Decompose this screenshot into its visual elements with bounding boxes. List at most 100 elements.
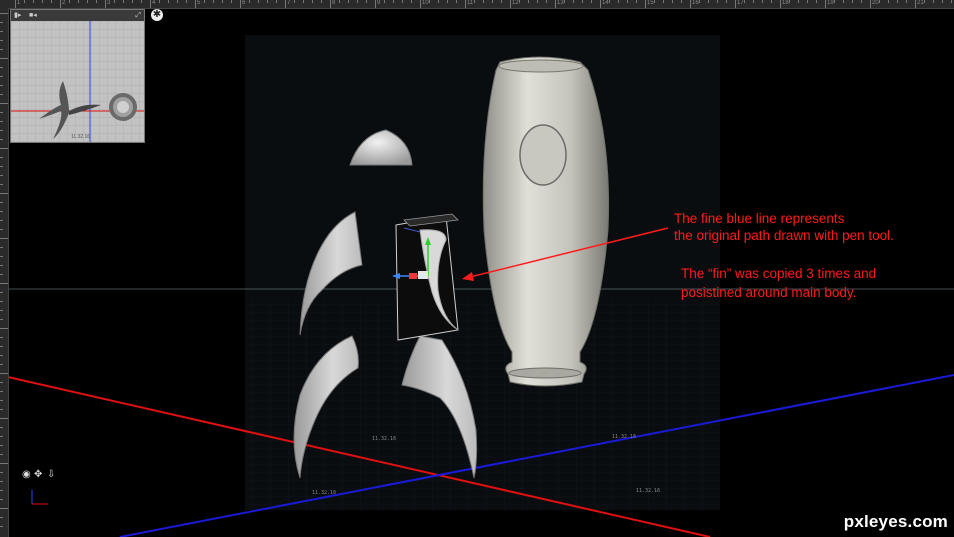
ruler-number: 10 — [422, 0, 429, 6]
ruler-tick — [0, 319, 3, 320]
ruler-tick — [177, 0, 178, 3]
ruler-tick — [519, 0, 520, 3]
ruler-tick — [672, 0, 673, 3]
ruler-tick — [0, 193, 8, 194]
ruler-number: 4 — [152, 0, 156, 6]
ruler-tick — [0, 67, 3, 68]
ruler-tick — [708, 0, 709, 3]
annotation-line-2: the original path drawn with pen tool. — [674, 228, 894, 243]
ruler-tick — [645, 0, 646, 8]
ruler-tick — [0, 526, 3, 527]
ruler-tick — [330, 0, 331, 8]
ruler-tick — [0, 328, 8, 329]
ruler-tick — [0, 148, 8, 149]
navigator-scene — [11, 21, 144, 142]
watermark: pxleyes.com — [843, 512, 948, 531]
ruler-tick — [744, 0, 745, 3]
ruler-tick — [465, 0, 466, 8]
ruler-horizontal[interactable]: 1 2 3 4 5 6 7 8 9 10 11 12 13 14 15 16 17 18 19 20 21 — [0, 0, 954, 9]
ruler-tick — [222, 0, 223, 3]
ruler-tick — [393, 0, 394, 3]
ruler-tick — [69, 0, 70, 3]
ruler-tick — [618, 0, 619, 3]
ruler-tick — [483, 0, 484, 3]
pan-icon[interactable]: ✥ — [34, 470, 42, 480]
orbit-icon[interactable]: ◉ — [22, 470, 31, 480]
ruler-tick — [0, 337, 3, 338]
walk-icon[interactable]: ⇩ — [47, 470, 55, 480]
ruler-tick — [0, 346, 3, 347]
ruler-tick — [0, 418, 8, 419]
ruler-tick — [681, 0, 682, 3]
ruler-tick — [717, 0, 718, 3]
ruler-tick — [0, 409, 3, 410]
expand-icon[interactable]: ⤢ — [135, 11, 141, 20]
ruler-tick — [303, 0, 304, 3]
ruler-tick — [0, 436, 3, 437]
ruler-number: 14 — [602, 0, 609, 6]
ruler-tick — [0, 76, 3, 77]
camera-icon[interactable]: ■◂ — [29, 11, 37, 20]
ruler-tick — [897, 0, 898, 3]
ruler-number: 1 — [17, 0, 21, 6]
ruler-number: 13 — [557, 0, 564, 6]
floor-label-4: 11.32.16 — [636, 488, 660, 494]
ruler-tick — [0, 400, 3, 401]
ruler-tick — [825, 0, 826, 8]
ruler-tick — [60, 0, 61, 8]
ruler-tick — [627, 0, 628, 3]
ruler-number: 3 — [107, 0, 111, 6]
ruler-tick — [0, 265, 3, 266]
ruler-tick — [456, 0, 457, 3]
ruler-tick — [906, 0, 907, 3]
ruler-tick — [870, 0, 871, 8]
ruler-tick — [816, 0, 817, 3]
ruler-tick — [663, 0, 664, 3]
ruler-tick — [15, 0, 16, 8]
navigator-viewport[interactable] — [11, 21, 144, 142]
ruler-tick — [0, 310, 3, 311]
ruler-tick — [321, 0, 322, 3]
ruler-tick — [0, 166, 3, 167]
ruler-tick — [789, 0, 790, 3]
star-button[interactable]: ✱ — [151, 9, 163, 21]
ruler-tick — [798, 0, 799, 3]
ruler-number: 17 — [737, 0, 744, 6]
ruler-tick — [213, 0, 214, 3]
ruler-tick — [0, 139, 3, 140]
ruler-tick — [942, 0, 943, 3]
ruler-tick — [0, 238, 8, 239]
ruler-tick — [240, 0, 241, 8]
ruler-tick — [204, 0, 205, 3]
ruler-tick — [294, 0, 295, 3]
ruler-number: 18 — [782, 0, 789, 6]
ruler-tick — [0, 220, 3, 221]
navigator-panel[interactable]: ▮▸ ■◂ ⤢ 11.32.16 — [10, 9, 145, 143]
ruler-number: 7 — [287, 0, 291, 6]
ruler-tick — [780, 0, 781, 8]
ruler-tick — [357, 0, 358, 3]
ruler-vertical[interactable] — [0, 8, 9, 537]
ruler-tick — [348, 0, 349, 3]
ruler-tick — [24, 0, 25, 3]
ruler-tick — [951, 0, 952, 3]
panel-icon[interactable]: ▮▸ — [14, 11, 21, 20]
annotation-line-3: The “fin” was copied 3 times and — [681, 266, 877, 281]
ruler-tick — [0, 301, 3, 302]
ruler-tick — [123, 0, 124, 3]
ruler-tick — [114, 0, 115, 3]
ruler-tick — [429, 0, 430, 3]
ruler-tick — [33, 0, 34, 3]
ruler-tick — [438, 0, 439, 3]
ruler-tick — [231, 0, 232, 3]
ruler-tick — [141, 0, 142, 3]
navigator-scale-label: 11.32.16 — [71, 134, 91, 140]
ruler-tick — [690, 0, 691, 8]
ruler-tick — [924, 0, 925, 3]
ruler-tick — [0, 40, 3, 41]
ruler-tick — [411, 0, 412, 3]
ruler-tick — [159, 0, 160, 3]
ruler-tick — [132, 0, 133, 3]
ruler-tick — [384, 0, 385, 3]
ruler-tick — [285, 0, 286, 8]
